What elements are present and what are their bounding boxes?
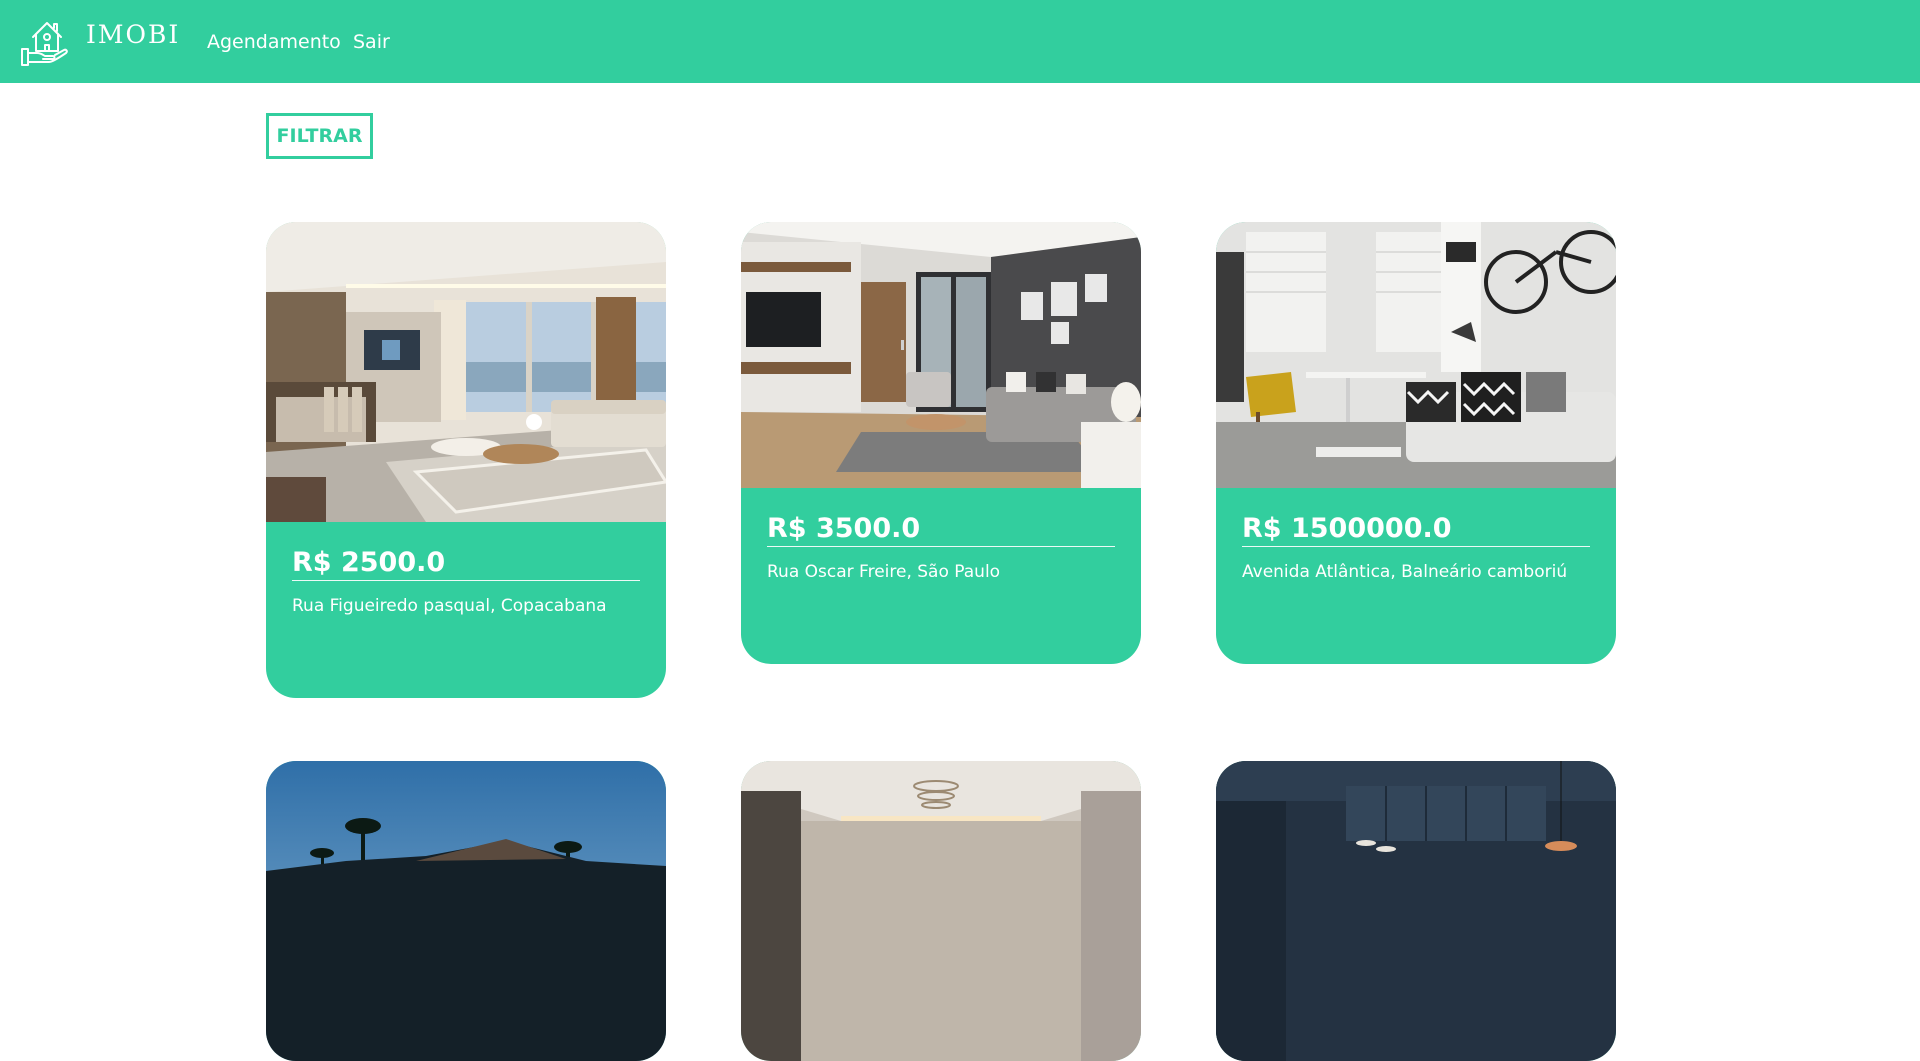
property-address: Rua Oscar Freire, São Paulo <box>767 562 1001 582</box>
house-in-hand-icon[interactable] <box>19 15 71 67</box>
property-photo <box>266 761 666 1061</box>
card-info: R$ 3500.0 Rua Oscar Freire, São Paulo <box>741 488 1141 583</box>
card-info: R$ 2500.0 Rua Figueiredo pasqual, Copaca… <box>266 522 666 617</box>
filter-button[interactable]: FILTRAR <box>266 113 373 159</box>
property-card[interactable]: R$ 2500.0 Rua Figueiredo pasqual, Copaca… <box>266 222 666 698</box>
property-photo <box>266 222 666 522</box>
nav-link-sair[interactable]: Sair <box>353 30 390 54</box>
brand-name[interactable]: IMOBI <box>86 22 180 47</box>
property-price: R$ 2500.0 <box>292 548 640 581</box>
property-card[interactable] <box>741 761 1141 1061</box>
property-card[interactable]: R$ 3500.0 Rua Oscar Freire, São Paulo <box>741 222 1141 664</box>
property-photo <box>1216 761 1616 1061</box>
card-info: R$ 1500000.0 Avenida Atlântica, Balneári… <box>1216 488 1616 583</box>
property-price: R$ 3500.0 <box>767 514 1115 547</box>
property-photo <box>741 222 1141 488</box>
property-photo <box>741 761 1141 1061</box>
property-address: Avenida Atlântica, Balneário camboriú <box>1242 562 1568 582</box>
top-navbar: IMOBI Agendamento Sair <box>0 0 1920 83</box>
property-card[interactable]: R$ 1500000.0 Avenida Atlântica, Balneári… <box>1216 222 1616 664</box>
property-price: R$ 1500000.0 <box>1242 514 1590 547</box>
property-photo <box>1216 222 1616 488</box>
property-card[interactable] <box>1216 761 1616 1061</box>
property-card[interactable] <box>266 761 666 1061</box>
property-address: Rua Figueiredo pasqual, Copacabana <box>292 596 607 616</box>
nav-link-agendamento[interactable]: Agendamento <box>207 30 341 54</box>
